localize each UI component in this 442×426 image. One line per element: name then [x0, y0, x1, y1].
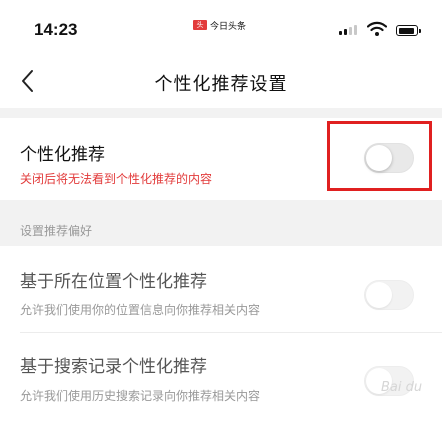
group-header: 设置推荐偏好 — [0, 200, 442, 246]
toggle-knob — [366, 282, 392, 308]
location-title: 基于所在位置个性化推荐 — [20, 272, 207, 292]
nav-bar: 个性化推荐设置 — [0, 56, 442, 108]
location-subtitle: 允许我们使用你的位置信息向你推荐相关内容 — [20, 303, 261, 317]
toutiao-logo-icon: 头 — [193, 20, 207, 30]
setting-subtitle: 关闭后将无法看到个性化推荐的内容 — [20, 172, 213, 186]
search-subtitle: 允许我们使用历史搜索记录向你推荐相关内容 — [20, 389, 261, 403]
battery-icon — [396, 25, 421, 36]
wifi-icon — [367, 21, 387, 36]
location-toggle[interactable] — [364, 280, 414, 310]
section-spacer — [0, 108, 442, 118]
status-time: 14:23 — [34, 20, 78, 39]
search-title: 基于搜索记录个性化推荐 — [20, 357, 207, 377]
app-badge: 头 今日头条 — [193, 18, 246, 32]
app-badge-label: 今日头条 — [210, 21, 247, 32]
status-bar: 14:23 头 今日头条 — [0, 0, 442, 56]
highlight-box — [327, 121, 432, 191]
setting-title: 个性化推荐 — [20, 145, 105, 165]
signal-icon — [339, 25, 357, 35]
watermark-text: Bai du — [381, 380, 423, 395]
group-label: 设置推荐偏好 — [20, 224, 93, 238]
page-title: 个性化推荐设置 — [154, 74, 288, 95]
